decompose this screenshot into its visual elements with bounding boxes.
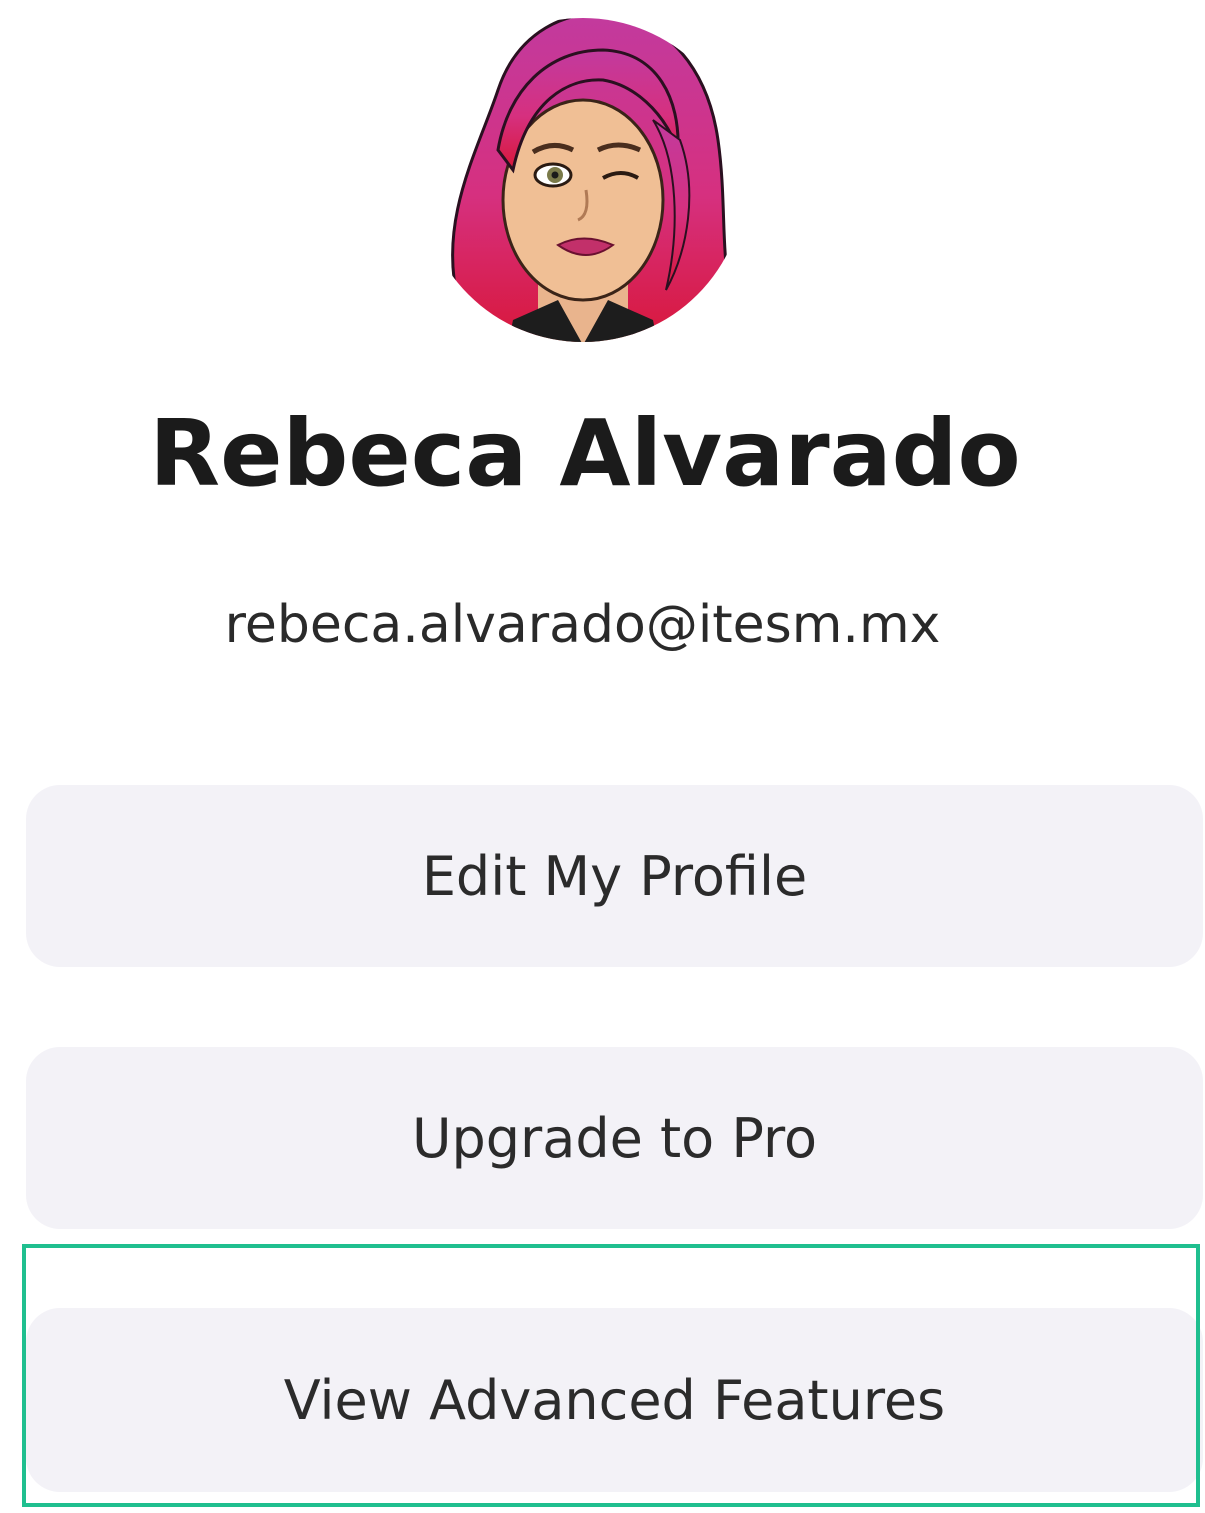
user-name: Rebeca Alvarado [149,400,1021,507]
avatar[interactable] [418,0,748,345]
bitmoji-avatar-icon [435,18,740,342]
upgrade-to-pro-button[interactable]: Upgrade to Pro [26,1047,1203,1229]
user-email: rebeca.alvarado@itesm.mx [224,595,941,655]
edit-profile-button[interactable]: Edit My Profile [26,785,1203,967]
view-advanced-features-button[interactable]: View Advanced Features [26,1308,1203,1492]
